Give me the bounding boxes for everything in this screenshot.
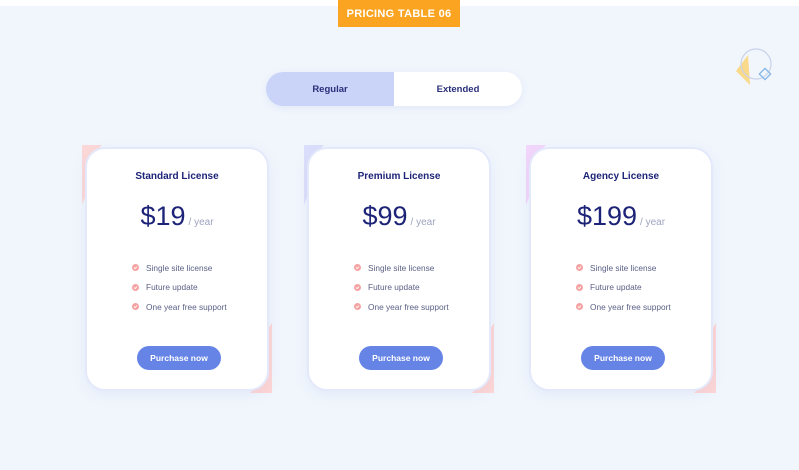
feature-label: Future update	[368, 282, 420, 293]
feature-list: Single site license Future update One ye…	[576, 258, 671, 317]
check-icon	[132, 264, 139, 272]
feature-item: Future update	[576, 278, 671, 298]
check-icon	[132, 303, 139, 311]
pricing-table-badge: PRICING TABLE 06	[338, 0, 460, 27]
price-period: / year	[410, 217, 436, 228]
feature-label: Future update	[590, 282, 642, 293]
check-icon	[354, 283, 361, 291]
feature-label: One year free support	[590, 301, 671, 312]
plan-price: $199 / year	[531, 201, 711, 232]
plan-title: Premium License	[357, 171, 441, 182]
purchase-button[interactable]: Purchase now	[359, 346, 443, 370]
check-icon	[132, 283, 139, 291]
feature-label: One year free support	[368, 301, 449, 312]
feature-item: One year free support	[576, 297, 671, 317]
toggle-regular[interactable]: Regular	[266, 72, 394, 106]
card-body: Agency License $199 / year Single site l…	[529, 147, 713, 391]
feature-item: Single site license	[354, 258, 449, 278]
feature-list: Single site license Future update One ye…	[132, 258, 227, 317]
plan-price: $99 / year	[309, 201, 489, 232]
feature-item: Single site license	[576, 258, 671, 278]
billing-toggle: Regular Extended	[266, 72, 522, 106]
plan-title: Agency License	[582, 171, 660, 182]
pricing-card-agency: Agency License $199 / year Single site l…	[526, 145, 716, 393]
price-amount: $99	[362, 201, 408, 231]
pricing-card-premium: Premium License $99 / year Single site l…	[304, 145, 494, 393]
feature-label: Single site license	[590, 262, 657, 273]
feature-label: Single site license	[146, 262, 213, 273]
feature-item: Future update	[132, 278, 227, 298]
price-amount: $199	[576, 201, 638, 231]
feature-item: Single site license	[132, 258, 227, 278]
toggle-extended[interactable]: Extended	[394, 72, 522, 106]
card-body: Standard License $19 / year Single site …	[85, 147, 269, 391]
feature-item: One year free support	[354, 297, 449, 317]
check-icon	[576, 303, 583, 311]
check-icon	[354, 303, 361, 311]
plan-title: Standard License	[135, 171, 219, 182]
card-body: Premium License $99 / year Single site l…	[307, 147, 491, 391]
feature-item: One year free support	[132, 297, 227, 317]
price-amount: $19	[140, 201, 186, 231]
price-period: / year	[188, 217, 214, 228]
feature-label: Future update	[146, 282, 198, 293]
price-period: / year	[640, 217, 666, 228]
feature-item: Future update	[354, 278, 449, 298]
feature-label: One year free support	[146, 301, 227, 312]
check-icon	[354, 264, 361, 272]
feature-label: Single site license	[368, 262, 435, 273]
decorative-shapes-icon	[736, 48, 772, 85]
plan-price: $19 / year	[87, 201, 267, 232]
feature-list: Single site license Future update One ye…	[354, 258, 449, 317]
purchase-button[interactable]: Purchase now	[581, 346, 665, 370]
pricing-card-standard: Standard License $19 / year Single site …	[82, 145, 272, 393]
purchase-button[interactable]: Purchase now	[137, 346, 221, 370]
check-icon	[576, 264, 583, 272]
check-icon	[576, 283, 583, 291]
